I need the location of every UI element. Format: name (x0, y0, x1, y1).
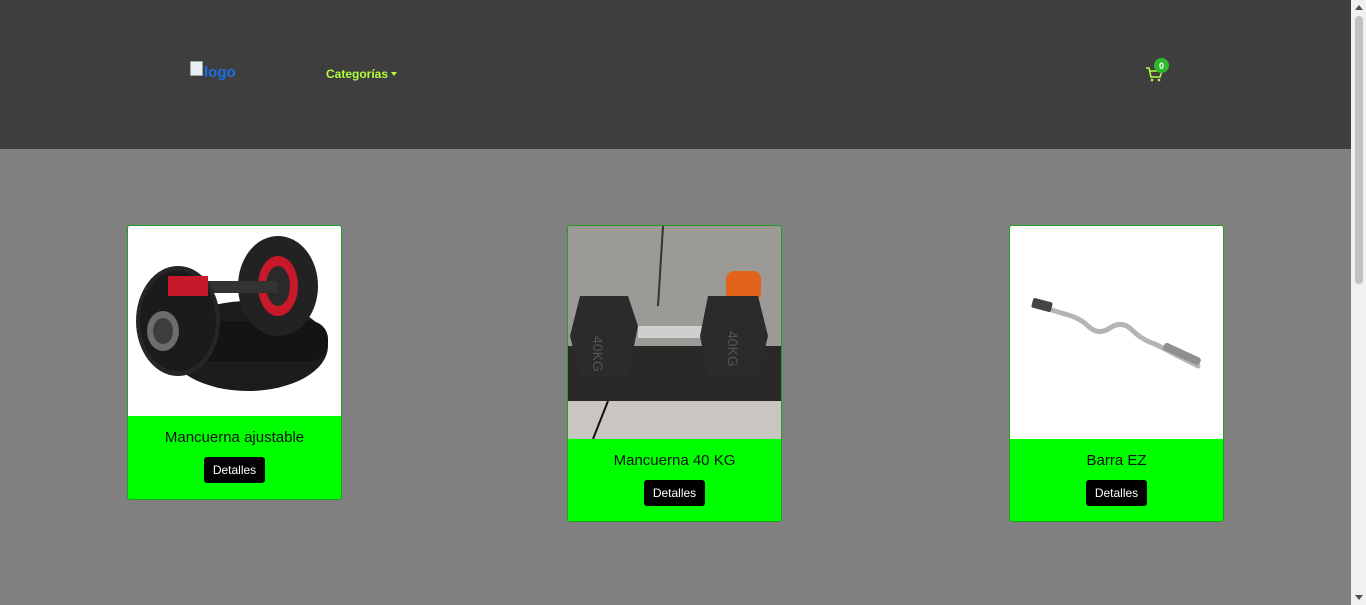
categories-dropdown[interactable]: Categorías (326, 67, 398, 81)
scroll-up-icon[interactable] (1355, 5, 1363, 10)
top-navbar: logo Categorías 0 (0, 0, 1351, 149)
svg-text:40KG: 40KG (725, 331, 741, 367)
logo[interactable]: logo (190, 61, 236, 81)
svg-text:40KG: 40KG (590, 336, 606, 372)
hex-dumbbell-image: 40KG 40KG (568, 226, 781, 440)
product-card: Mancuerna ajustable Detalles (127, 225, 342, 500)
scroll-down-icon[interactable] (1355, 595, 1363, 600)
product-name: Mancuerna ajustable (164, 429, 305, 446)
product-name: Mancuerna 40 KG (613, 452, 736, 469)
broken-image-icon (190, 61, 203, 76)
logo-alt-text: logo (204, 64, 236, 81)
caret-down-icon (391, 72, 398, 76)
product-name: Barra EZ (1086, 452, 1147, 469)
details-button[interactable]: Detalles (203, 457, 266, 483)
scrollbar-thumb[interactable] (1355, 16, 1363, 284)
vertical-scrollbar[interactable] (1351, 0, 1366, 605)
ez-bar-image (1010, 226, 1223, 439)
adjustable-dumbbell-image (128, 226, 341, 416)
details-button[interactable]: Detalles (643, 480, 706, 506)
cart-count-badge: 0 (1154, 58, 1169, 73)
product-card: 40KG 40KG Mancuerna 40 KG Detalles (567, 225, 782, 522)
categories-label: Categorías (326, 67, 389, 81)
product-card: Barra EZ Detalles (1009, 225, 1224, 522)
details-button[interactable]: Detalles (1085, 480, 1148, 506)
